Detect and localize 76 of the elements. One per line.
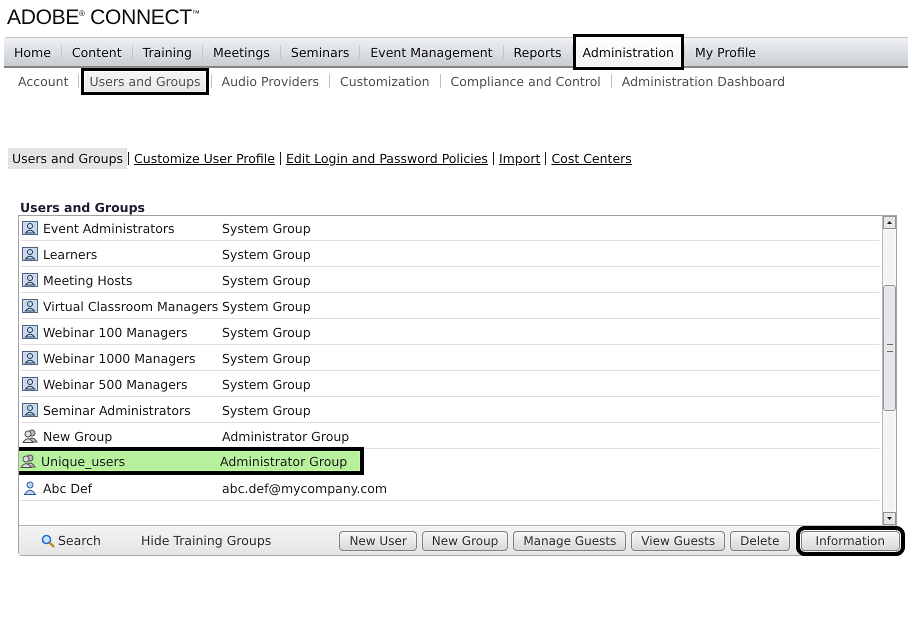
type-cell: System Group [222, 376, 311, 392]
name-cell: Event Administrators [43, 220, 175, 236]
nav-tab[interactable]: Reports [504, 34, 572, 70]
name-cell: Webinar 500 Managers [43, 376, 188, 392]
group-icon [22, 273, 38, 287]
type-cell: System Group [222, 298, 311, 314]
section-link[interactable]: Edit Login and Password Policies [282, 148, 492, 169]
list-row[interactable]: Webinar 500 Managers System Group [19, 369, 882, 397]
hide-training-groups-link[interactable]: Hide Training Groups [140, 533, 272, 548]
logo: ADOBE$^{®}$ CONNECT$^{™}$ [6, 5, 201, 31]
type-cell: System Group [222, 350, 311, 366]
type-cell: System Group [222, 272, 311, 288]
scroll-up-icon[interactable] [883, 216, 896, 229]
group-icon [22, 247, 38, 261]
subnav-tab[interactable]: Audio Providers [214, 68, 328, 94]
subnav-tab[interactable]: Account [10, 68, 76, 94]
list-row[interactable]: Virtual Classroom Managers System Group [19, 291, 882, 319]
action-button[interactable]: Delete [730, 530, 790, 550]
type-cell: System Group [222, 220, 311, 236]
list-row[interactable]: Learners System Group [19, 239, 882, 267]
group-icon [22, 299, 38, 313]
type-cell: Administrator Group [220, 454, 348, 468]
action-button[interactable]: Manage Guests [513, 530, 626, 550]
search-icon [41, 534, 55, 548]
name-cell: Meeting Hosts [43, 272, 132, 288]
subnav-tab[interactable]: Compliance and Control [442, 68, 609, 94]
nav-tab[interactable]: Meetings [202, 34, 280, 70]
section-link[interactable]: Import [494, 148, 544, 169]
users-icon [20, 454, 36, 468]
name-cell: Seminar Administrators [43, 402, 191, 418]
name-cell: New Group [43, 428, 112, 444]
subnav-tab[interactable]: Users and Groups [81, 68, 209, 94]
nav-tab[interactable]: Home [4, 34, 61, 70]
user-icon [22, 481, 38, 495]
section-link[interactable]: Users and Groups [8, 148, 128, 169]
section-link[interactable]: Cost Centers [547, 148, 636, 169]
type-cell: System Group [222, 324, 311, 340]
nav-tab[interactable]: Administration [572, 34, 684, 70]
users-icon [22, 429, 38, 443]
scroll-down-icon[interactable] [883, 512, 896, 525]
list-row[interactable]: Seminar Administrators System Group [19, 395, 882, 423]
subnav-tab[interactable]: Customization [332, 68, 438, 94]
action-button[interactable]: New User [339, 530, 417, 550]
list-row[interactable]: Meeting Hosts System Group [19, 265, 882, 293]
group-icon [22, 351, 38, 365]
name-cell: Webinar 1000 Managers [43, 350, 196, 366]
group-icon [22, 325, 38, 339]
list-row[interactable]: Webinar 1000 Managers System Group [19, 343, 882, 371]
nav-tab[interactable]: Training [132, 34, 202, 70]
name-cell: Unique_users [41, 454, 126, 468]
list-row[interactable]: Webinar 100 Managers System Group [19, 317, 882, 345]
type-cell: System Group [222, 246, 311, 262]
nav-tab[interactable]: Seminars [280, 34, 360, 70]
group-icon [22, 377, 38, 391]
type-cell: abc.def@mycompany.com [222, 480, 388, 496]
name-cell: Learners [43, 246, 98, 262]
list-row[interactable]: Abc Def abc.def@mycompany.com [19, 473, 882, 501]
name-cell: Abc Def [43, 480, 92, 496]
type-cell: System Group [222, 402, 311, 418]
list-heading: Users and Groups [20, 200, 146, 215]
subnav-tab[interactable]: Administration Dashboard [614, 68, 794, 94]
list-row[interactable]: Event Administrators System Group [19, 216, 882, 241]
scrollbar[interactable] [882, 216, 896, 525]
group-icon [22, 403, 38, 417]
section-link[interactable]: Customize User Profile [130, 148, 279, 169]
action-button[interactable]: View Guests [631, 530, 726, 550]
nav-tab[interactable]: Content [62, 34, 132, 70]
name-cell: Virtual Classroom Managers [43, 298, 218, 314]
group-icon [22, 221, 38, 235]
action-button[interactable]: New Group [422, 530, 508, 550]
nav-tab[interactable]: Event Management [360, 34, 503, 70]
list-row[interactable]: Unique_users Administrator Group [19, 447, 364, 475]
name-cell: Webinar 100 Managers [43, 324, 188, 340]
type-cell: Administrator Group [222, 428, 350, 444]
nav-tab[interactable]: My Profile [684, 34, 766, 70]
search-button[interactable]: Search [41, 533, 101, 548]
